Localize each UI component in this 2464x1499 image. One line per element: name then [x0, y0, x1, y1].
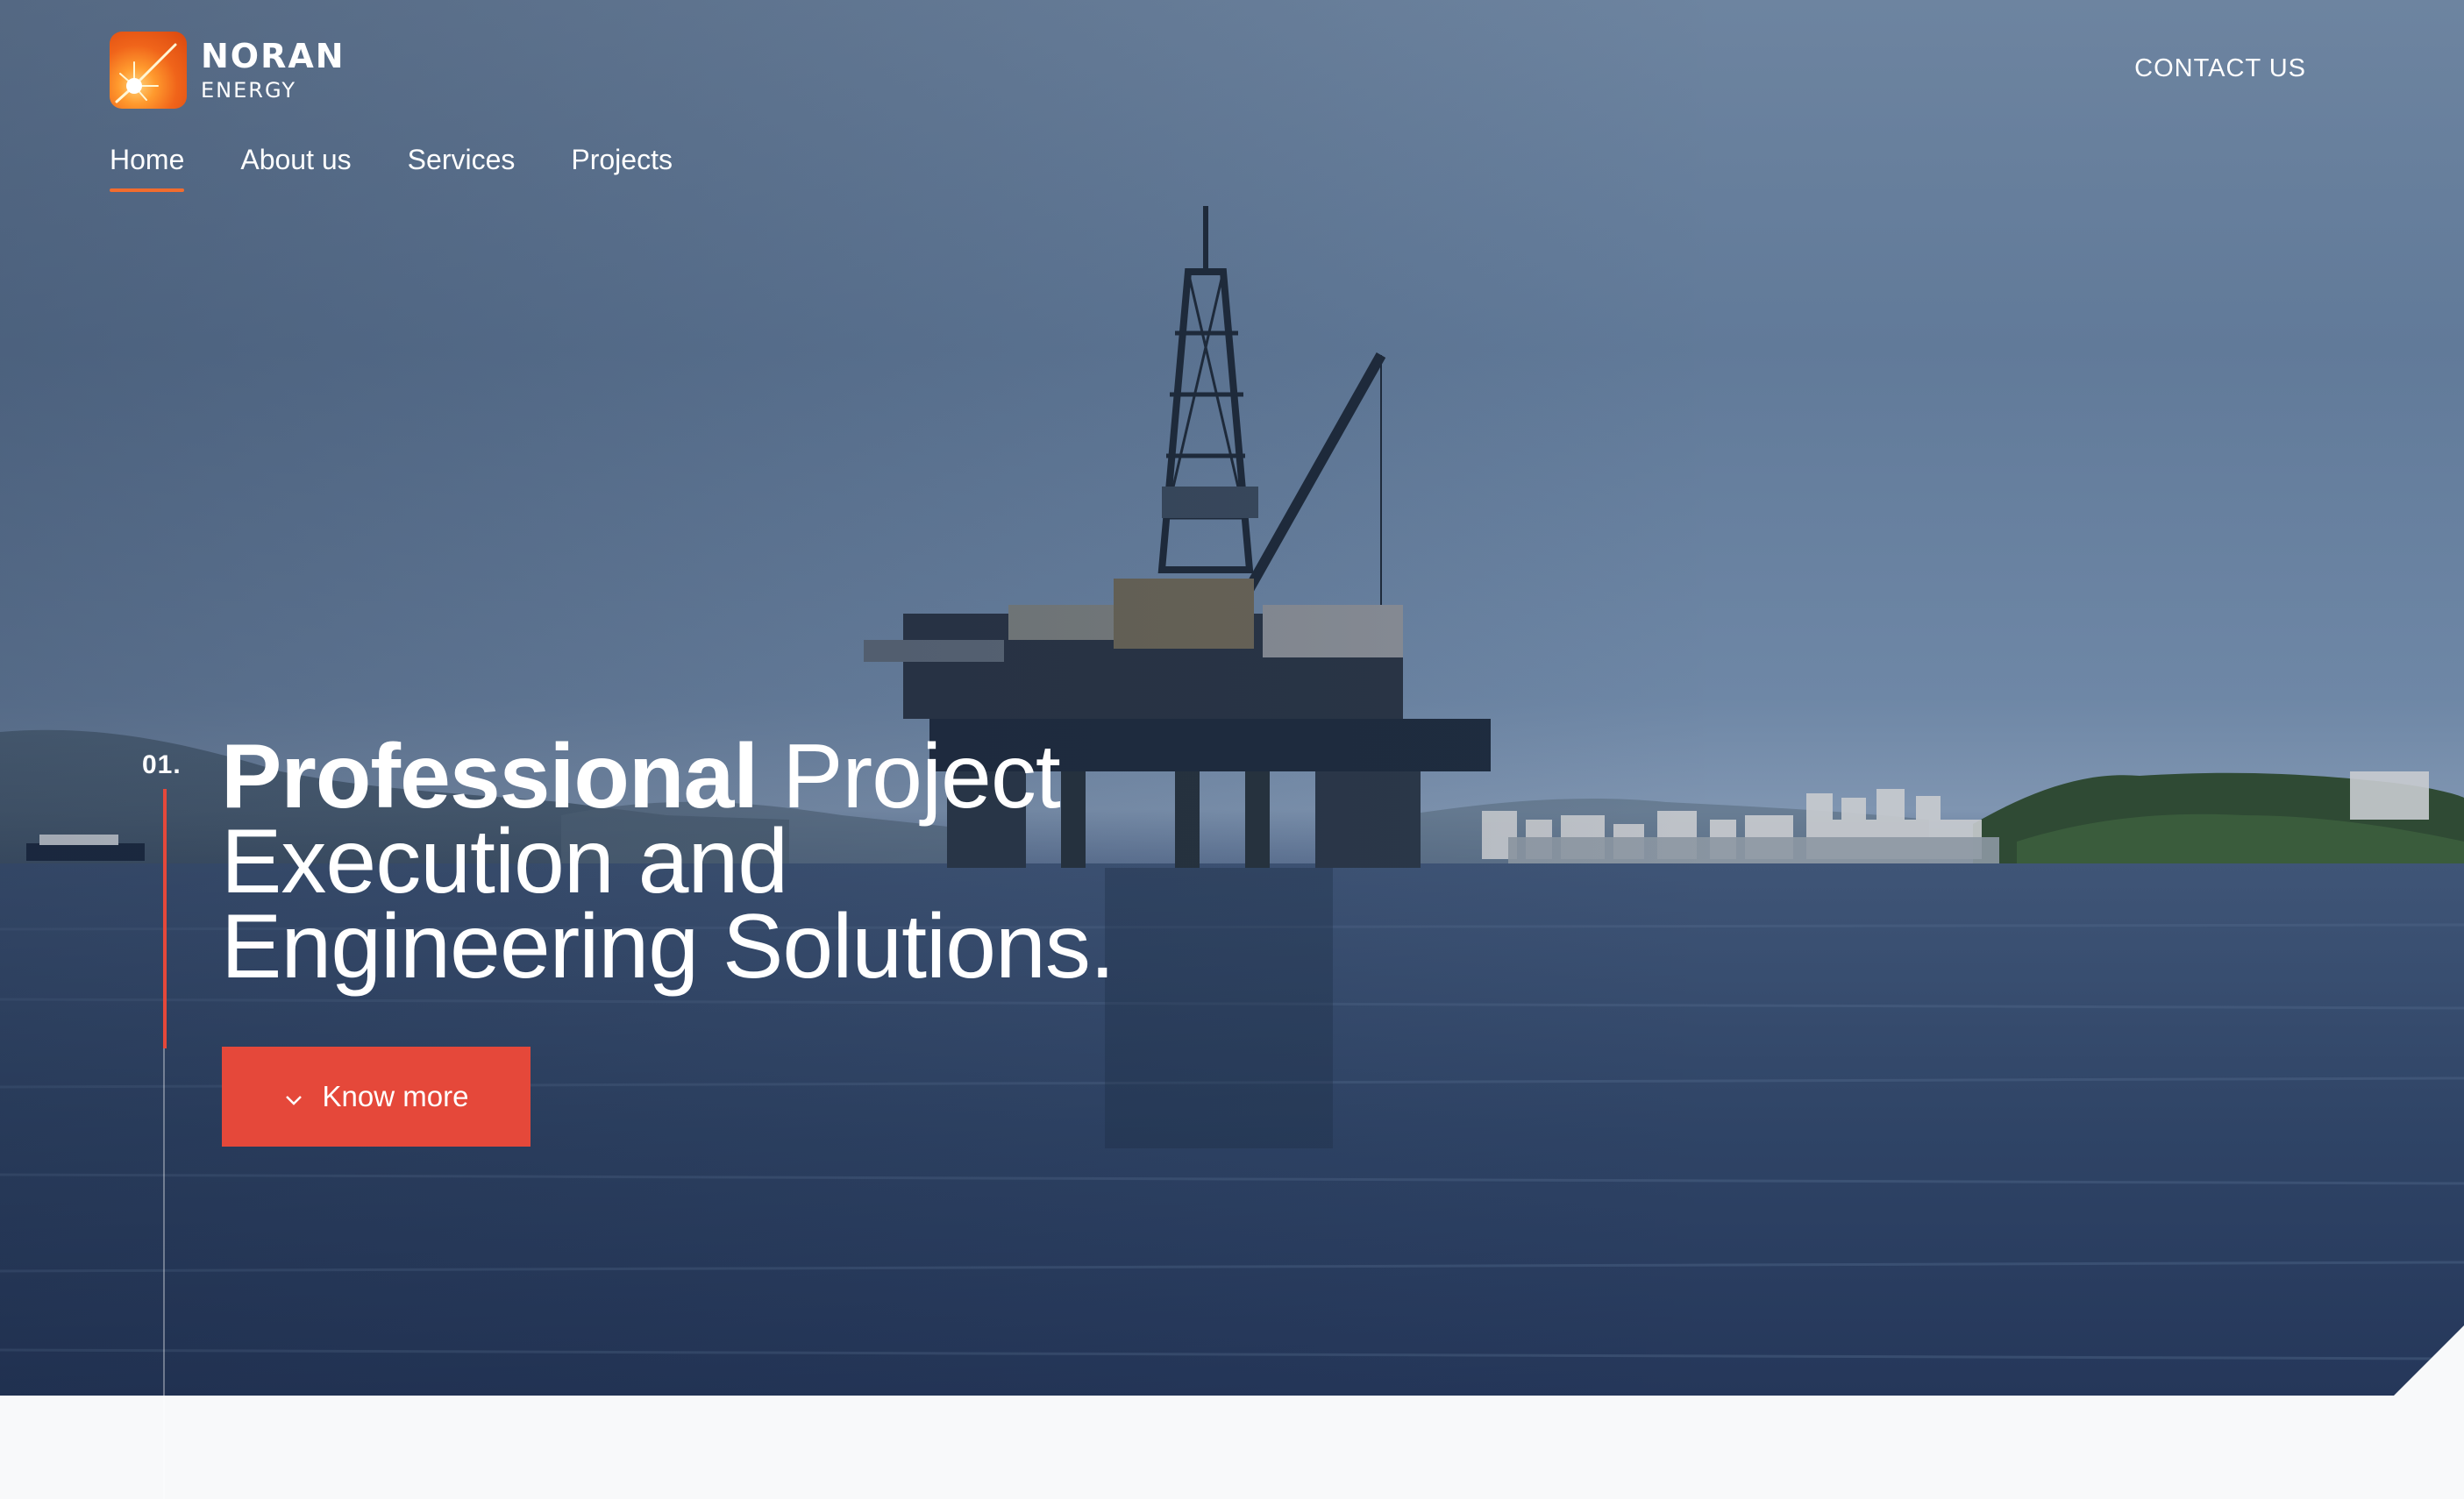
hero-corner-cut [2394, 1325, 2464, 1396]
brand-logo[interactable]: NORAN ENERGY [110, 32, 345, 109]
main-nav: Home About us Services Projects [110, 144, 673, 192]
hero-headline-line-3: Engineering Solutions. [221, 896, 1115, 998]
contact-us-link[interactable]: CONTACT US [2134, 54, 2306, 83]
logo-burst-icon [110, 32, 187, 109]
brand-name: NORAN [201, 37, 345, 75]
hero-headline: Professional Project Execution and Engin… [221, 731, 1273, 992]
hero-section [0, 0, 2464, 1396]
hero-headline-rest: Project [758, 726, 1061, 828]
brand-wordmark: NORAN ENERGY [201, 39, 345, 101]
slide-number: 01. [142, 750, 182, 779]
nav-item-about-us[interactable]: About us [240, 144, 351, 192]
slide-timeline-progress [163, 789, 167, 1048]
nav-item-services[interactable]: Services [408, 144, 516, 192]
hero-overlay [0, 0, 2464, 1396]
chevron-down-icon [284, 1080, 303, 1113]
brand-subtitle: ENERGY [201, 78, 297, 103]
nav-item-home[interactable]: Home [110, 144, 185, 192]
know-more-label: Know more [322, 1080, 469, 1112]
nav-item-projects[interactable]: Projects [571, 144, 673, 192]
know-more-button[interactable]: Know more [222, 1047, 531, 1147]
